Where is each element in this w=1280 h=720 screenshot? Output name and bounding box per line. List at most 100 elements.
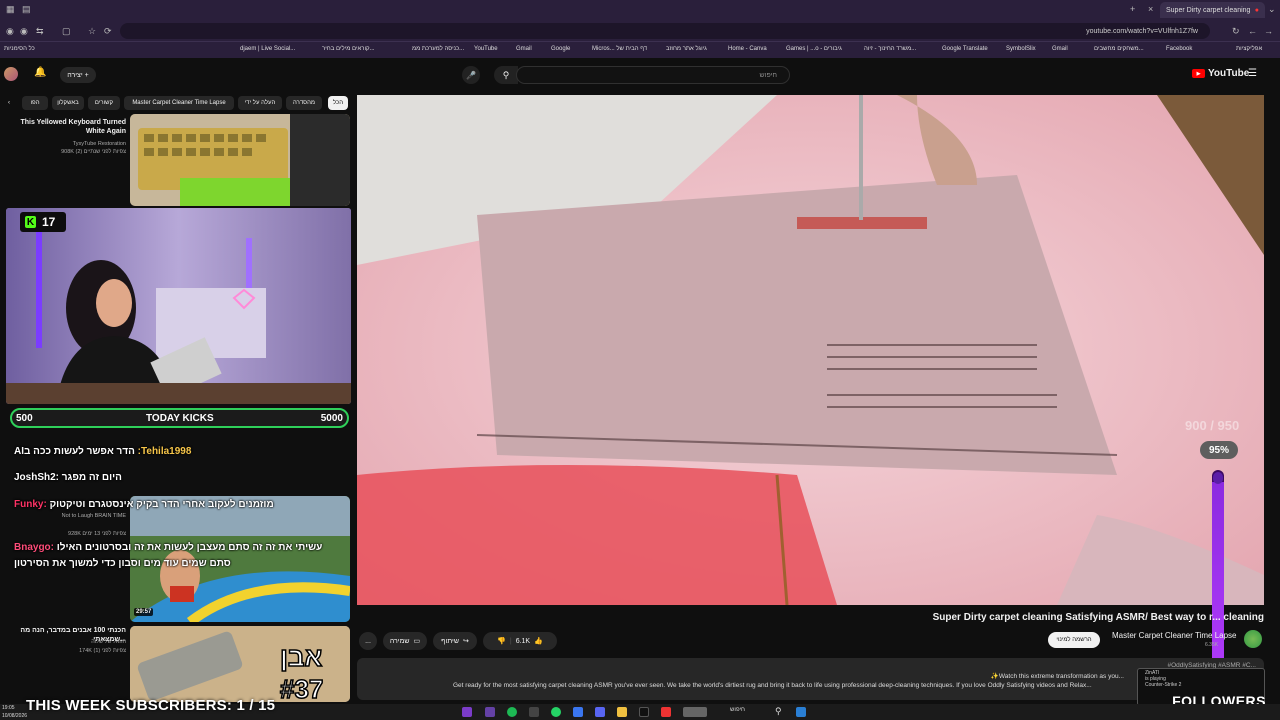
bookmarks-bar: djaem | Live Social... קוראים מילים בחיר.… <box>0 42 1280 58</box>
windows-start-icon[interactable] <box>796 707 806 717</box>
bookmark-item[interactable]: Gmail <box>1052 46 1068 52</box>
bell-icon[interactable]: 🔔 <box>34 67 46 78</box>
taskbar-app-icon[interactable] <box>683 707 707 717</box>
chip-related[interactable]: קשורים <box>88 96 120 110</box>
recommendation-title[interactable]: This Yellowed Keyboard Turned White Agai… <box>1 118 126 136</box>
channel-name[interactable]: Master Carpet Cleaner Time Lapse <box>1112 631 1237 640</box>
taskbar-spotify-icon[interactable] <box>507 707 517 717</box>
like-count: 6.1K <box>515 637 531 645</box>
bookmark-item[interactable]: אפליקציות <box>1236 46 1262 52</box>
chip-all[interactable]: הכל <box>328 96 348 110</box>
bookmark-item[interactable]: גיוגל אתר מחוזב <box>666 46 707 52</box>
youtube-logo[interactable]: ▶ YouTube <box>1192 68 1249 79</box>
create-button[interactable]: יצירה + <box>60 67 96 83</box>
bookmark-item[interactable]: Google Translate <box>942 46 988 52</box>
channel-subscriber-count: 6.35K <box>1205 642 1219 648</box>
thumbnail-stone[interactable]: אבן #37 <box>130 626 350 702</box>
microphone-icon[interactable]: 🎤 <box>462 66 480 84</box>
webcam-scene-graphic <box>6 208 351 404</box>
taskbar-explorer-icon[interactable] <box>617 707 627 717</box>
bookmark-item[interactable]: Games | ...o - גיבורים <box>786 46 842 52</box>
chip-uploaded-by[interactable]: העלה על ידי <box>238 96 282 110</box>
more-actions-button[interactable]: ... <box>359 632 377 650</box>
video-description[interactable]: #OddlySatisfying #ASMR #C... ✨Watch this… <box>357 658 1264 700</box>
hamburger-menu-icon[interactable]: ☰ <box>1248 68 1257 79</box>
bookmark-item[interactable]: Home - Canva <box>728 46 767 52</box>
taskbar-time: 19:05 <box>2 705 15 711</box>
taskbar-clock: 19:05 10/08/2026 <box>2 704 27 720</box>
taskbar-tiktok-icon[interactable] <box>639 707 649 717</box>
extensions-icon[interactable]: ▢ <box>62 26 71 37</box>
search-icon[interactable]: ⚲ <box>494 66 518 84</box>
tab-active[interactable]: Super Dirty carpet cleaning ● <box>1160 2 1265 18</box>
search-input[interactable]: חיפוש <box>516 66 790 84</box>
browser-menu-icon[interactable]: ▦ <box>6 4 15 15</box>
chat-username: Funky: <box>14 499 47 510</box>
taskbar-twitch-icon[interactable] <box>485 707 495 717</box>
chat-message: Tehila1998: הדר אפשר לעשות ככה בAI <box>14 446 191 457</box>
taskbar-whatsapp-icon[interactable] <box>551 707 561 717</box>
thumbnail-keyboard[interactable] <box>130 114 350 206</box>
bookmark-item[interactable]: djaem | Live Social... <box>240 46 295 52</box>
channel-avatar[interactable] <box>1244 630 1262 648</box>
taskbar-search-label[interactable]: חיפוש <box>730 707 745 713</box>
bookmark-item[interactable]: Micros... דף הבית של <box>592 46 647 52</box>
recommendation-item[interactable]: This Yellowed Keyboard Turned White Agai… <box>0 114 352 206</box>
taskbar-search-icon[interactable]: ⚲ <box>775 706 782 717</box>
chips-left-arrow-icon[interactable]: ‹ <box>2 96 16 110</box>
bookmark-item[interactable]: SymbolSlix <box>1006 46 1036 52</box>
video-title: Super Dirty carpet cleaning Satisfying A… <box>932 612 1264 623</box>
address-bar[interactable]: youtube.com/watch?v=VUlfnh1Z7fw <box>120 23 1210 39</box>
stone-thumb-text-number: #37 <box>280 674 323 702</box>
stone-thumb-text-hebrew: אבן <box>280 642 322 672</box>
back-icon[interactable]: ◉ <box>6 26 14 37</box>
reload-icon[interactable]: ⟳ <box>104 26 112 37</box>
chip-more[interactable]: הפו <box>22 96 48 110</box>
bookmark-item[interactable]: כניסה למערכת ממ... <box>412 46 464 52</box>
bookmark-item[interactable]: YouTube <box>474 46 498 52</box>
bookmark-item[interactable]: Facebook <box>1166 46 1192 52</box>
taskbar-discord-icon[interactable] <box>595 707 605 717</box>
tab-list-icon[interactable]: ▤ <box>22 4 31 15</box>
taskbar-app-icon[interactable] <box>573 707 583 717</box>
subscribe-button[interactable]: הרשמה למינוי <box>1048 632 1100 648</box>
share-button[interactable]: שיתוף ↪ <box>433 632 477 650</box>
recommendation-channel[interactable]: TysyTube Restoration <box>1 140 126 148</box>
refresh-icon[interactable]: ↻ <box>1232 26 1240 37</box>
bookmark-item[interactable]: Google <box>551 46 570 52</box>
chat-text: הדר אפשר לעשות ככה בAI <box>14 446 135 457</box>
chip-series[interactable]: מהסדרה <box>286 96 322 110</box>
bookmark-item[interactable]: Gmail <box>516 46 532 52</box>
close-tab-icon[interactable]: × <box>1148 4 1153 14</box>
star-icon[interactable]: ☆ <box>88 26 96 37</box>
recommendation-channel[interactable]: הוזאל של שלוה <box>1 638 126 646</box>
keyboard-thumbnail-graphic <box>130 114 350 206</box>
chip-channel[interactable]: Master Carpet Cleaner Time Lapse <box>124 96 234 110</box>
share-label: שיתוף <box>441 637 459 645</box>
back-arrow-icon[interactable]: ← <box>1248 26 1257 36</box>
chevron-down-icon[interactable]: ⌄ <box>1268 4 1276 15</box>
video-player[interactable] <box>357 95 1264 605</box>
new-tab-icon[interactable]: + <box>1130 4 1135 14</box>
taskbar-app-icon[interactable] <box>462 707 472 717</box>
recommendation-item[interactable]: אבן #37 הכנתי 100 אבנים במדבר, הנה מה שמ… <box>0 626 352 702</box>
bookmark-item[interactable]: כל הסימניות <box>4 46 35 52</box>
tab-title: Super Dirty carpet cleaning <box>1166 6 1251 14</box>
recording-icon: ● <box>1254 6 1259 14</box>
weekly-subscribers-goal: THIS WEEK SUBSCRIBERS: 1 / 15 <box>26 697 276 714</box>
bookmark-item[interactable]: קוראים מילים בחיר... <box>322 46 375 52</box>
forward-icon[interactable]: ◉ <box>20 26 28 37</box>
taskbar-chrome-icon[interactable] <box>661 707 671 717</box>
tab-groups-icon[interactable]: ⇆ <box>36 26 44 37</box>
bookmark-item[interactable]: משחקים מחשבים... <box>1094 46 1144 52</box>
taskbar-app-icon[interactable] <box>529 707 539 717</box>
chip-ashkelon[interactable]: באשקלון <box>52 96 84 110</box>
chat-username: Bnaygo: <box>14 542 54 553</box>
dislike-icon[interactable]: 👎 <box>497 637 506 645</box>
like-dislike-group[interactable]: 👎 | 6.1K 👍 <box>483 632 557 650</box>
like-icon[interactable]: 👍 <box>534 637 543 645</box>
save-button[interactable]: שמירה ▭ <box>383 632 427 650</box>
avatar[interactable] <box>4 67 18 81</box>
bookmark-item[interactable]: משרד החינוך - זיוה... <box>864 46 916 52</box>
forward-arrow-icon[interactable]: → <box>1264 26 1273 36</box>
